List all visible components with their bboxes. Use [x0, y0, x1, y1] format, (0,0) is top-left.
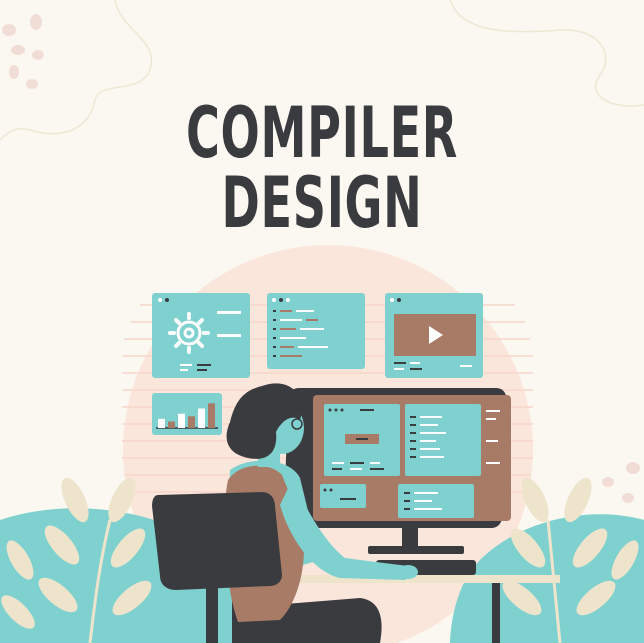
bar-chart-panel — [152, 393, 222, 435]
decorative-dots-left — [2, 14, 44, 89]
code-panel — [267, 293, 365, 369]
video-player-panel — [385, 293, 483, 378]
mini-bar — [168, 421, 175, 428]
poster: COMPILER DESIGN — [0, 0, 644, 643]
mini-bar — [198, 408, 205, 428]
mini-bar — [178, 413, 185, 428]
mini-bar — [188, 416, 195, 428]
mini-bar — [158, 418, 165, 428]
hand — [398, 565, 418, 579]
decorative-dots-right — [602, 462, 640, 503]
mini-bar — [208, 403, 215, 428]
settings-gear-panel — [152, 293, 250, 378]
page-title: COMPILER DESIGN — [185, 92, 459, 244]
